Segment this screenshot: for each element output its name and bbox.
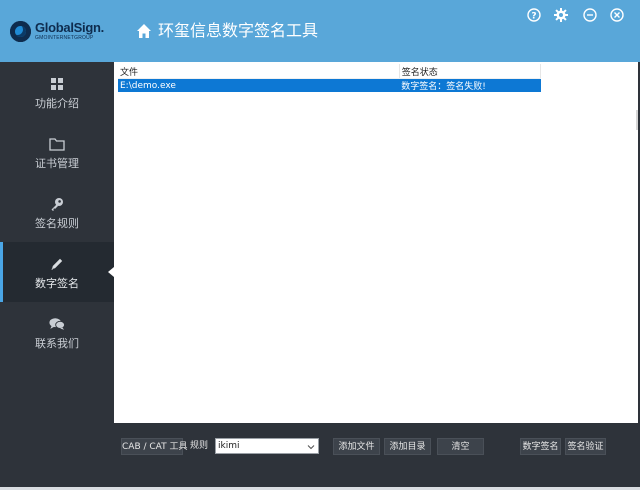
brand-tagline: GMOINTERNETGROUP	[35, 35, 94, 41]
chevron-down-icon	[307, 442, 315, 450]
brand-name: GlobalSign.	[35, 20, 104, 35]
rule-label: 规则	[190, 441, 209, 451]
brand-logo: GlobalSign. GMOINTERNETGROUP	[0, 0, 114, 62]
pencil-icon	[49, 256, 65, 272]
sidebar-item-label: 功能介绍	[35, 96, 79, 110]
title-bar: 环玺信息数字签名工具 ?	[114, 0, 640, 62]
column-header-file[interactable]: 文件	[118, 64, 400, 79]
sidebar: GlobalSign. GMOINTERNETGROUP 功能介绍 证书管理 签…	[0, 0, 114, 490]
grid-icon	[49, 76, 65, 92]
sidebar-item-label: 联系我们	[35, 336, 79, 350]
rule-select-value: ikimi	[218, 441, 240, 451]
sidebar-item-certificates[interactable]: 证书管理	[0, 122, 114, 182]
verify-signature-button[interactable]: 签名验证	[565, 438, 606, 455]
brand-text: GlobalSign. GMOINTERNETGROUP	[35, 21, 104, 41]
sidebar-item-label: 签名规则	[35, 216, 79, 230]
sidebar-item-rules[interactable]: 签名规则	[0, 182, 114, 242]
column-header-status[interactable]: 签名状态	[399, 64, 542, 79]
file-table: 文件 签名状态 E:\demo.exe 数字签名：签名失败!	[118, 64, 542, 92]
app-window: GlobalSign. GMOINTERNETGROUP 功能介绍 证书管理 签…	[0, 0, 640, 490]
sidebar-item-digital-signature[interactable]: 数字签名	[0, 242, 114, 302]
sidebar-nav: 功能介绍 证书管理 签名规则 数字签名 联系我们	[0, 62, 114, 362]
cab-cat-tool-button[interactable]: CAB / CAT 工具	[121, 438, 187, 455]
file-path-cell: E:\demo.exe	[118, 78, 400, 92]
gear-icon[interactable]	[554, 8, 568, 22]
home-icon[interactable]	[136, 23, 152, 39]
globalsign-logo-icon	[10, 20, 31, 42]
folder-icon	[49, 136, 65, 152]
add-file-button[interactable]: 添加文件	[333, 438, 380, 455]
sign-status-cell: 数字签名：签名失败!	[399, 78, 541, 92]
chat-bubbles-icon	[49, 316, 65, 332]
svg-text:?: ?	[531, 11, 536, 21]
add-directory-button[interactable]: 添加目录	[384, 438, 431, 455]
bottom-toolbar: CAB / CAT 工具 规则 ikimi 添加文件 添加目录 清空 数字签名 …	[114, 423, 640, 490]
sidebar-item-label: 数字签名	[35, 276, 79, 290]
page-title: 环玺信息数字签名工具	[158, 21, 319, 40]
file-list-panel: 文件 签名状态 E:\demo.exe 数字签名：签名失败!	[114, 62, 638, 423]
digital-sign-button[interactable]: 数字签名	[520, 438, 561, 455]
sidebar-item-contact[interactable]: 联系我们	[0, 302, 114, 362]
sidebar-item-features[interactable]: 功能介绍	[0, 62, 114, 122]
scrollbar[interactable]	[636, 110, 638, 130]
rule-select[interactable]: ikimi	[215, 438, 319, 454]
help-icon[interactable]: ?	[527, 8, 541, 22]
sidebar-item-label: 证书管理	[35, 156, 79, 170]
minimize-icon[interactable]	[583, 8, 597, 22]
key-icon	[49, 196, 65, 212]
close-icon[interactable]	[610, 8, 624, 22]
table-header-row: 文件 签名状态	[118, 64, 542, 79]
table-row[interactable]: E:\demo.exe 数字签名：签名失败!	[118, 78, 541, 92]
clear-button[interactable]: 清空	[437, 438, 484, 455]
